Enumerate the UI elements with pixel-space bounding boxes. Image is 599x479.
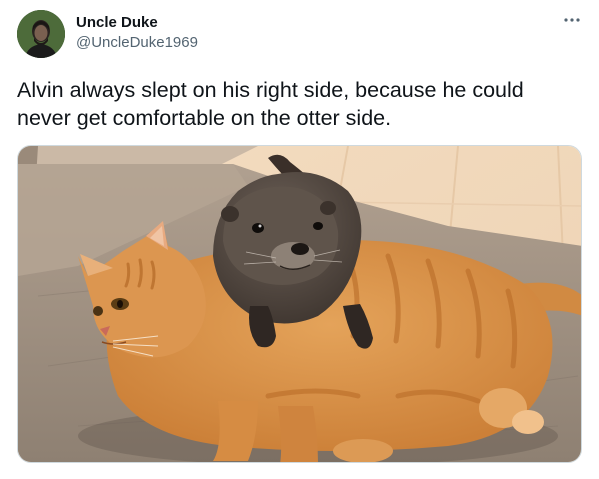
cat-and-otter-photo	[18, 146, 581, 462]
more-horizontal-icon	[564, 18, 580, 22]
tweet-card: Uncle Duke @UncleDuke1969 Alvin always s…	[0, 0, 599, 479]
avatar-portrait-icon	[17, 10, 65, 58]
more-options-button[interactable]	[559, 10, 585, 30]
tweet-media-photo[interactable]	[17, 145, 582, 463]
author-handle[interactable]: @UncleDuke1969	[76, 34, 198, 52]
author-avatar[interactable]	[17, 10, 65, 58]
author-display-name[interactable]: Uncle Duke	[76, 14, 158, 32]
tweet-text: Alvin always slept on his right side, be…	[17, 78, 524, 130]
